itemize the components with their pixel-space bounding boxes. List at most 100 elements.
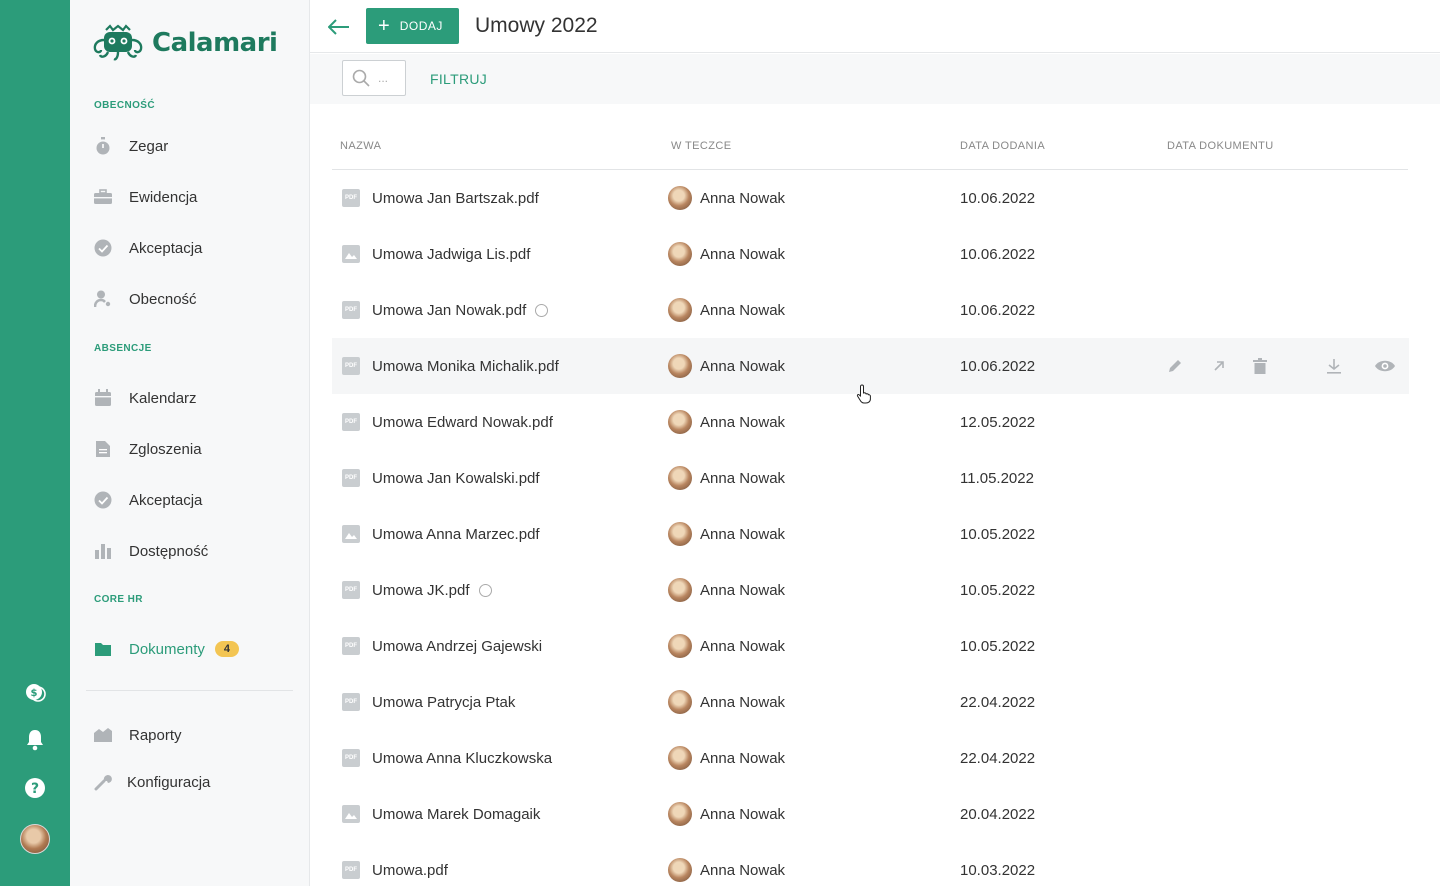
folder-owner-cell: Anna Nowak xyxy=(668,282,785,338)
document-name-cell: PDF Umowa Jan Bartszak.pdf xyxy=(342,170,539,226)
document-name[interactable]: Umowa Jan Bartszak.pdf xyxy=(372,190,539,207)
sidebar-item-label: Akceptacja xyxy=(129,491,203,509)
table-row[interactable]: PDF Umowa Patrycja Ptak Anna Nowak 22.04.20… xyxy=(332,674,1409,730)
document-name[interactable]: Umowa Patrycja Ptak xyxy=(372,694,515,711)
move-icon[interactable] xyxy=(1209,356,1229,376)
date-added: 10.06.2022 xyxy=(960,189,1036,207)
sidebar-item-label: Dostępność xyxy=(129,542,209,560)
coins-icon[interactable]: $ xyxy=(22,679,48,705)
sidebar-item-kalendarz[interactable]: Kalendarz xyxy=(94,382,294,414)
table-row[interactable]: PDF Umowa.pdf Anna Nowak 10.03.2022 xyxy=(332,842,1409,886)
owner-name: Anna Nowak xyxy=(700,189,786,207)
owner-avatar xyxy=(668,298,692,322)
folder-owner-cell: Anna Nowak xyxy=(668,842,785,886)
owner-avatar xyxy=(668,242,692,266)
date-added: 20.04.2022 xyxy=(960,805,1036,823)
sidebar-item-ewidencja[interactable]: Ewidencja xyxy=(94,181,294,213)
back-button[interactable] xyxy=(326,14,352,40)
document-name-cell: Umowa Marek Domagaik xyxy=(342,786,540,842)
check-circle-icon xyxy=(94,491,112,509)
logo[interactable]: Calamari xyxy=(90,24,278,62)
add-button[interactable]: + DODAJ xyxy=(366,8,459,44)
sidebar-item-dostepnosc[interactable]: Dostępność xyxy=(94,535,294,567)
trash-icon[interactable] xyxy=(1250,356,1270,376)
report-icon xyxy=(94,726,112,744)
owner-name: Anna Nowak xyxy=(700,413,786,431)
table-row[interactable]: PDF Umowa Andrzej Gajewski Anna Nowak 10.05… xyxy=(332,618,1409,674)
document-name-cell: PDF Umowa Anna Kluczkowska xyxy=(342,730,552,786)
document-name[interactable]: Umowa Jan Kowalski.pdf xyxy=(372,470,540,487)
document-name-cell: PDF Umowa Patrycja Ptak xyxy=(342,674,515,730)
table-row[interactable]: Umowa Anna Marzec.pdf Anna Nowak 10.05.202… xyxy=(332,506,1409,562)
sidebar-item-obecnosc[interactable]: Obecność xyxy=(94,283,294,315)
date-added: 10.03.2022 xyxy=(960,861,1036,879)
document-name[interactable]: Umowa Jadwiga Lis.pdf xyxy=(372,246,530,263)
date-added: 22.04.2022 xyxy=(960,749,1036,767)
download-icon[interactable] xyxy=(1324,356,1344,376)
sidebar-item-dokumenty[interactable]: Dokumenty 4 xyxy=(94,633,294,665)
owner-avatar xyxy=(668,466,692,490)
table-row[interactable]: PDF Umowa Jan Kowalski.pdf Anna Nowak 11.05… xyxy=(332,450,1409,506)
eye-icon[interactable] xyxy=(1372,356,1398,376)
sidebar-item-label: Ewidencja xyxy=(129,188,198,206)
sidebar-item-label: Zgloszenia xyxy=(129,440,202,458)
column-header-document-date[interactable]: DATA DOKUMENTU xyxy=(1167,140,1274,152)
date-added: 22.04.2022 xyxy=(960,693,1036,711)
owner-avatar xyxy=(668,578,692,602)
date-added: 12.05.2022 xyxy=(960,413,1036,431)
sidebar-item-label: Dokumenty xyxy=(129,640,205,658)
owner-avatar xyxy=(668,410,692,434)
sidebar-item-label: Raporty xyxy=(129,726,182,744)
filter-button[interactable]: FILTRUJ xyxy=(430,71,487,87)
date-added: 10.06.2022 xyxy=(960,245,1036,263)
folder-owner-cell: Anna Nowak xyxy=(668,450,785,506)
bell-icon[interactable] xyxy=(22,727,48,753)
user-avatar[interactable] xyxy=(20,824,50,854)
table-row[interactable]: PDF Umowa Jan Nowak.pdf Anna Nowak 10.06.20… xyxy=(332,282,1409,338)
section-title-absencje: ABSENCJE xyxy=(94,343,152,354)
help-icon[interactable]: ? xyxy=(22,775,48,801)
date-added: 11.05.2022 xyxy=(960,469,1034,487)
column-header-name[interactable]: NAZWA xyxy=(340,140,381,152)
document-name[interactable]: Umowa Andrzej Gajewski xyxy=(372,638,542,655)
document-name[interactable]: Umowa.pdf xyxy=(372,862,448,879)
owner-name: Anna Nowak xyxy=(700,805,786,823)
table-row[interactable]: PDF Umowa Jan Bartszak.pdf Anna Nowak 10.06… xyxy=(332,170,1409,226)
owner-name: Anna Nowak xyxy=(700,301,786,319)
table-row[interactable]: Umowa Jadwiga Lis.pdf Anna Nowak 10.06.202… xyxy=(332,226,1409,282)
folder-owner-cell: Anna Nowak xyxy=(668,226,785,282)
image-file-icon xyxy=(342,525,360,543)
sidebar-item-akceptacja[interactable]: Akceptacja xyxy=(94,232,294,264)
mouse-cursor-icon xyxy=(856,384,874,409)
date-added: 10.05.2022 xyxy=(960,525,1036,543)
table-row[interactable]: Umowa Marek Domagaik Anna Nowak 20.04.2022 xyxy=(332,786,1409,842)
document-name-cell: PDF Umowa Jan Kowalski.pdf xyxy=(342,450,540,506)
pdf-file-icon: PDF xyxy=(342,413,360,431)
sidebar-item-raporty[interactable]: Raporty xyxy=(94,719,294,751)
document-name[interactable]: Umowa Anna Kluczkowska xyxy=(372,750,552,767)
table-row[interactable]: PDF Umowa Anna Kluczkowska Anna Nowak 22.04… xyxy=(332,730,1409,786)
document-name[interactable]: Umowa Jan Nowak.pdf xyxy=(372,302,526,319)
edit-icon[interactable] xyxy=(1165,356,1185,376)
document-name[interactable]: Umowa Anna Marzec.pdf xyxy=(372,526,540,543)
sidebar-item-akceptacja-absencje[interactable]: Akceptacja xyxy=(94,484,294,516)
document-name[interactable]: Umowa JK.pdf xyxy=(372,582,470,599)
sidebar-item-zgloszenia[interactable]: Zgloszenia xyxy=(94,433,294,465)
document-name-cell: PDF Umowa JK.pdf xyxy=(342,562,492,618)
sidebar-item-konfiguracja[interactable]: Konfiguracja xyxy=(94,766,294,798)
folder-owner-cell: Anna Nowak xyxy=(668,506,785,562)
folder-owner-cell: Anna Nowak xyxy=(668,170,785,226)
column-header-date-added[interactable]: DATA DODANIA xyxy=(960,140,1045,152)
document-name-cell: PDF Umowa Andrzej Gajewski xyxy=(342,618,542,674)
document-name[interactable]: Umowa Monika Michalik.pdf xyxy=(372,358,559,375)
date-added: 10.05.2022 xyxy=(960,637,1036,655)
page-header: + DODAJ Umowy 2022 xyxy=(310,0,1440,53)
sidebar-item-zegar[interactable]: Zegar xyxy=(94,130,294,162)
search-input[interactable]: ... xyxy=(342,60,406,96)
document-name[interactable]: Umowa Marek Domagaik xyxy=(372,806,540,823)
column-header-folder[interactable]: W TECZCE xyxy=(671,140,731,152)
table-row[interactable]: PDF Umowa JK.pdf Anna Nowak 10.05.2022 xyxy=(332,562,1409,618)
owner-avatar xyxy=(668,746,692,770)
document-name[interactable]: Umowa Edward Nowak.pdf xyxy=(372,414,553,431)
pdf-file-icon: PDF xyxy=(342,637,360,655)
